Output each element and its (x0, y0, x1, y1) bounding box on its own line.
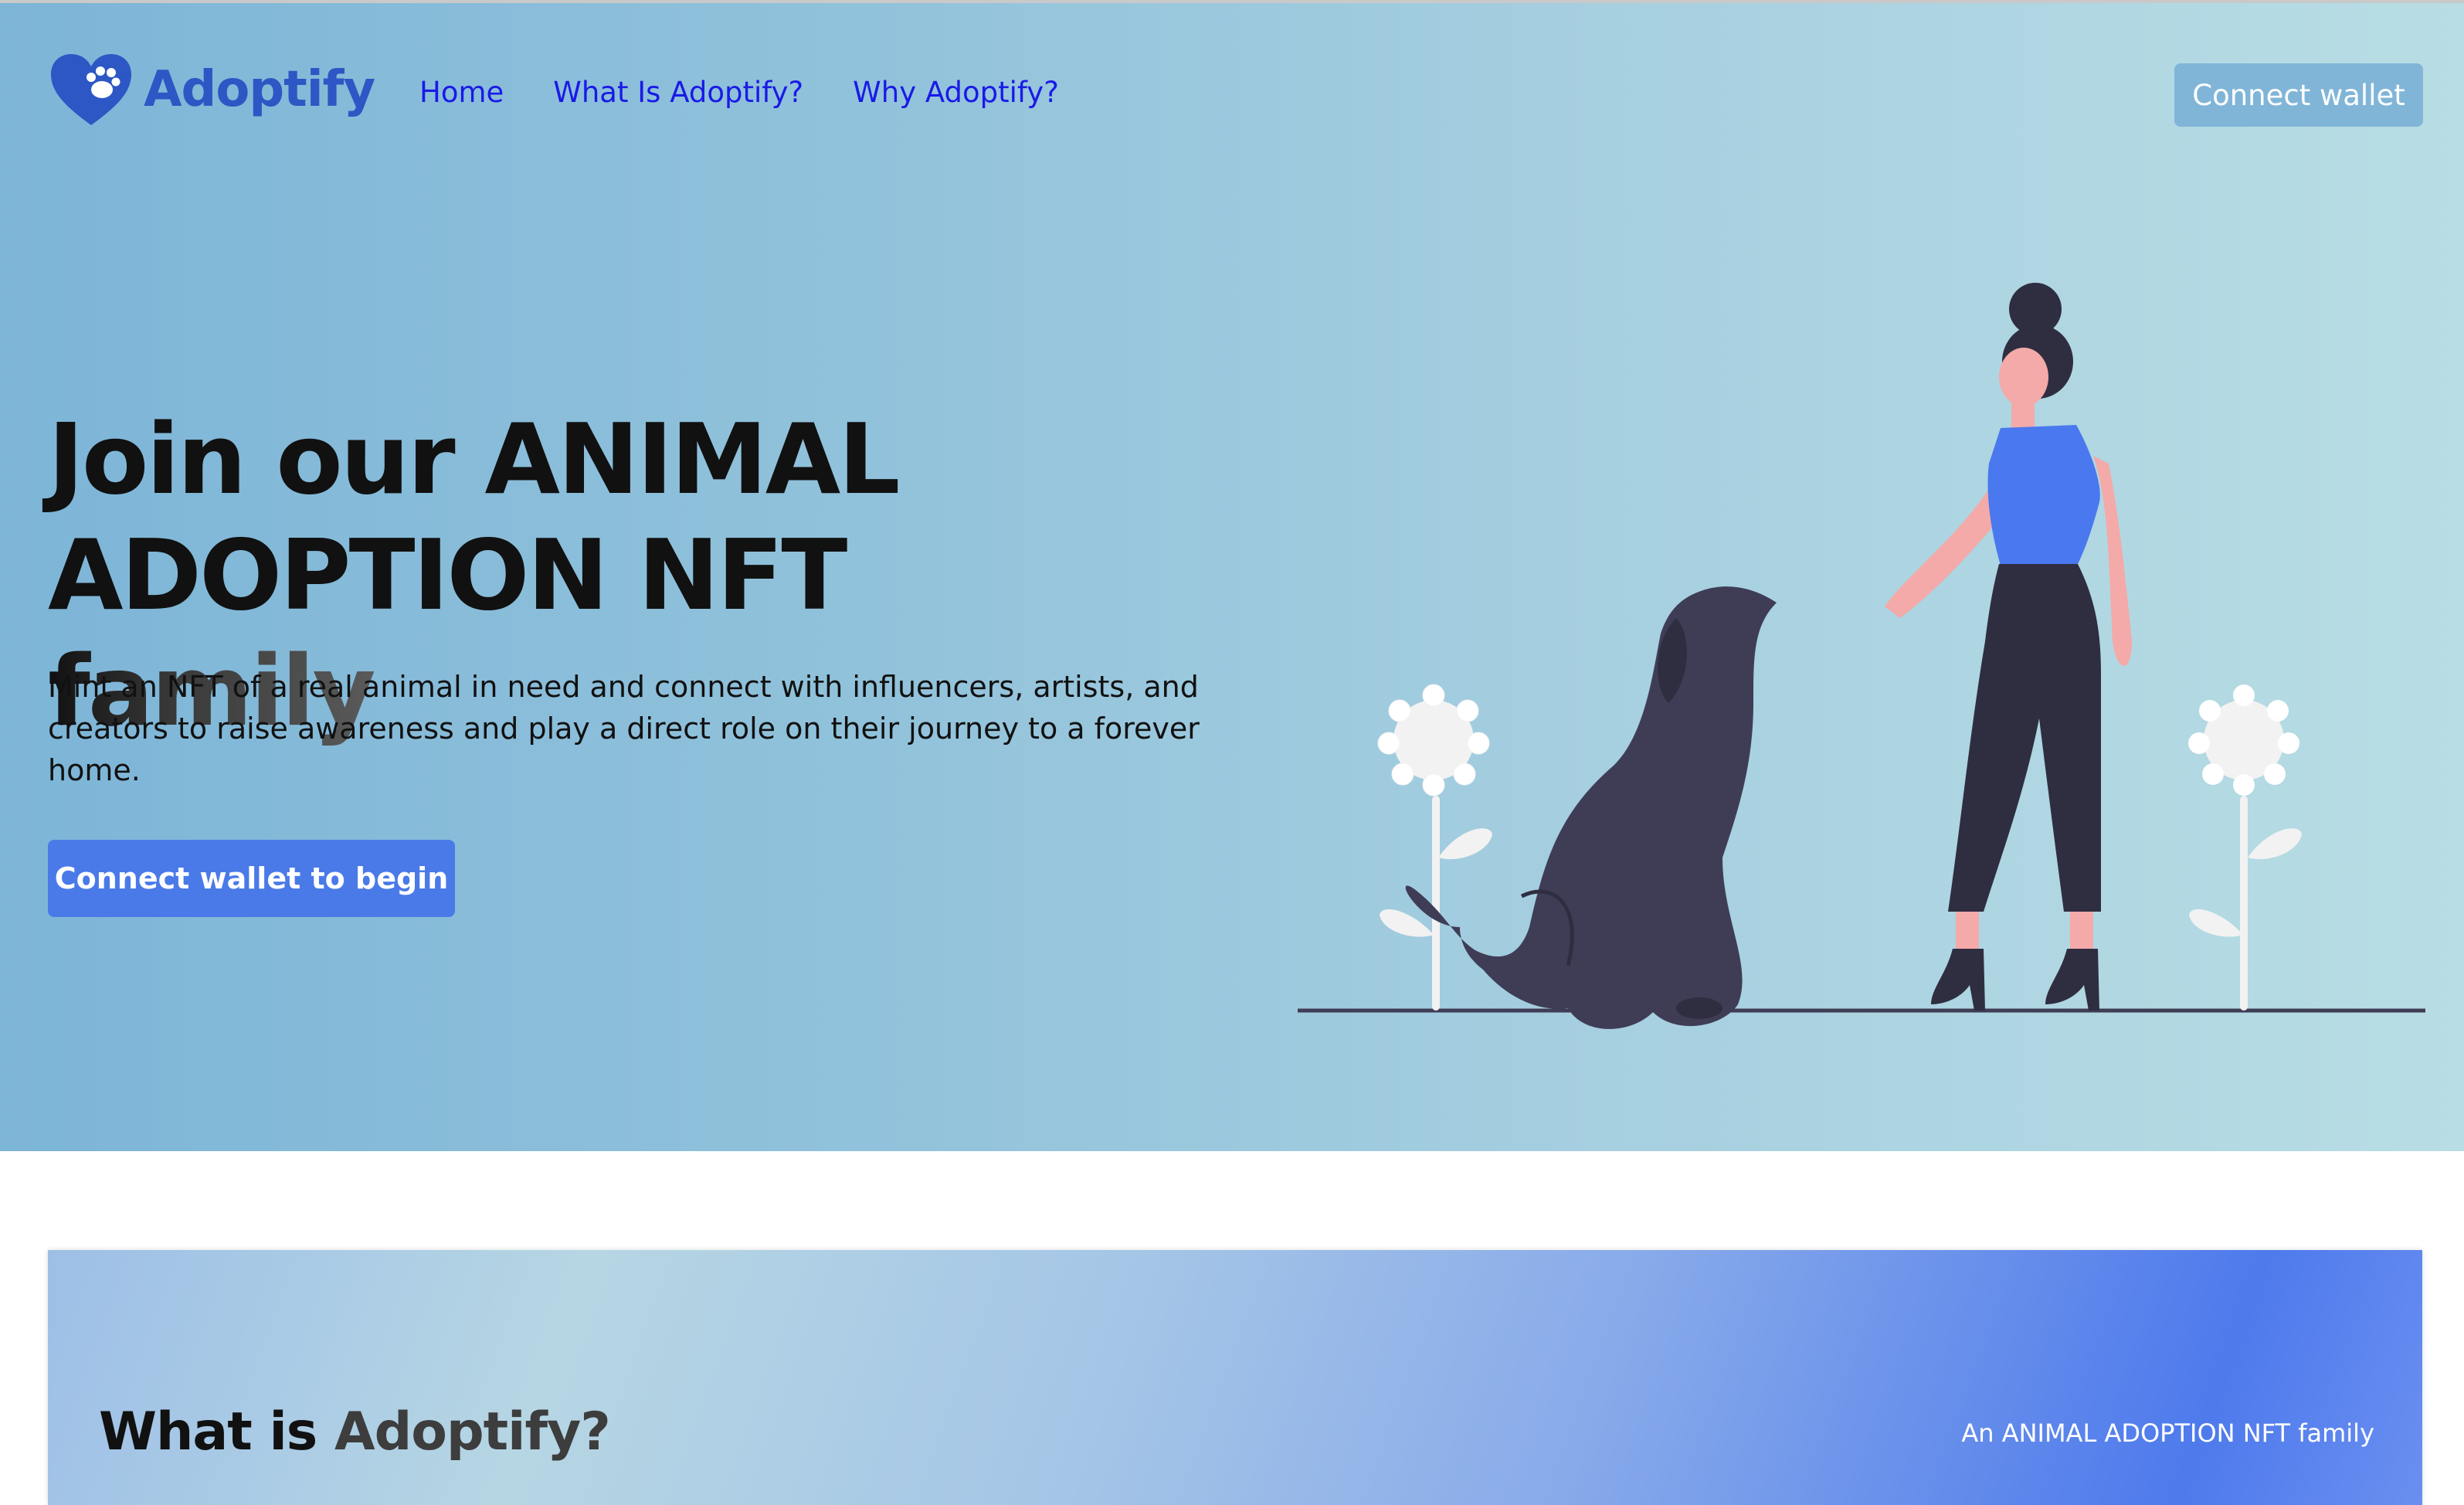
brand-logo[interactable]: Adoptify (48, 51, 375, 128)
what-is-adoptify-section: What is Adoptify? An ANIMAL ADOPTION NFT… (48, 1250, 2422, 1505)
main-nav: Home What Is Adoptify? Why Adoptify? (419, 76, 1059, 109)
woman-and-dog-illustration (1298, 283, 2425, 1029)
woman-figure (1885, 283, 2132, 1011)
dog-figure (1405, 586, 1777, 1029)
section-title: What is Adoptify? (99, 1401, 611, 1463)
section-tagline: An ANIMAL ADOPTION NFT family (1961, 1418, 2374, 1448)
nav-link-why-adoptify[interactable]: Why Adoptify? (853, 76, 1059, 109)
brand-name: Adoptify (144, 61, 375, 118)
headline-part-1: Join our (48, 403, 485, 516)
hero-section: Adoptify Home What Is Adoptify? Why Adop… (0, 0, 2464, 1151)
section-title-part-2: Adoptify? (334, 1401, 611, 1463)
nav-link-home[interactable]: Home (419, 76, 504, 109)
connect-wallet-button[interactable]: Connect wallet (2174, 63, 2423, 127)
connect-wallet-to-begin-button[interactable]: Connect wallet to begin (48, 840, 455, 917)
heart-paw-icon (51, 54, 131, 125)
section-title-part-1: What is (99, 1401, 334, 1463)
hero-description: Mint an NFT of a real animal in need and… (48, 670, 1200, 787)
nav-link-what-is-adoptify[interactable]: What Is Adoptify? (553, 76, 803, 109)
top-border (0, 0, 2464, 3)
right-flower (2188, 685, 2302, 1011)
